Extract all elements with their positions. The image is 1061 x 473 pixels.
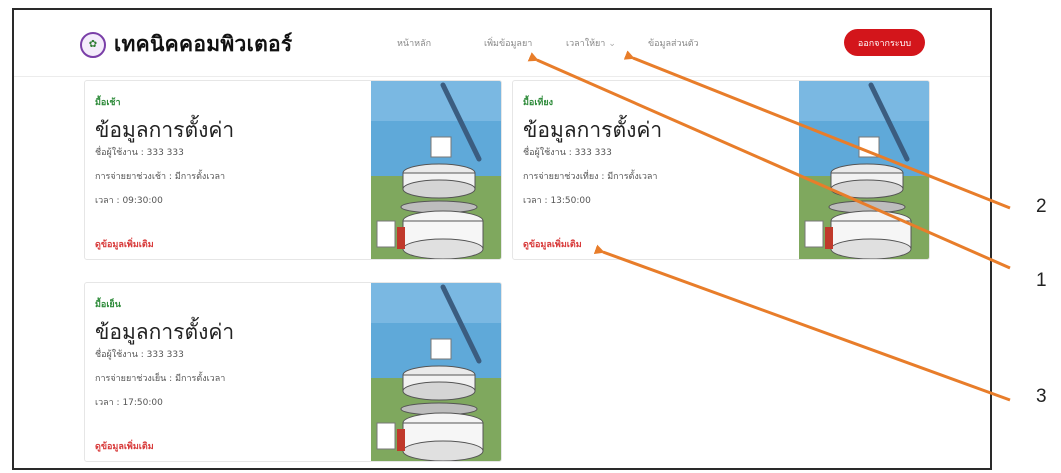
arrow-callout-1 [527, 52, 1011, 270]
callout-number-2: 2 [1036, 196, 1047, 217]
annotation-arrows [527, 50, 1011, 402]
callout-number-3: 3 [1036, 386, 1047, 407]
arrow-callout-3 [593, 244, 1011, 402]
callout-number-1: 1 [1036, 270, 1047, 291]
